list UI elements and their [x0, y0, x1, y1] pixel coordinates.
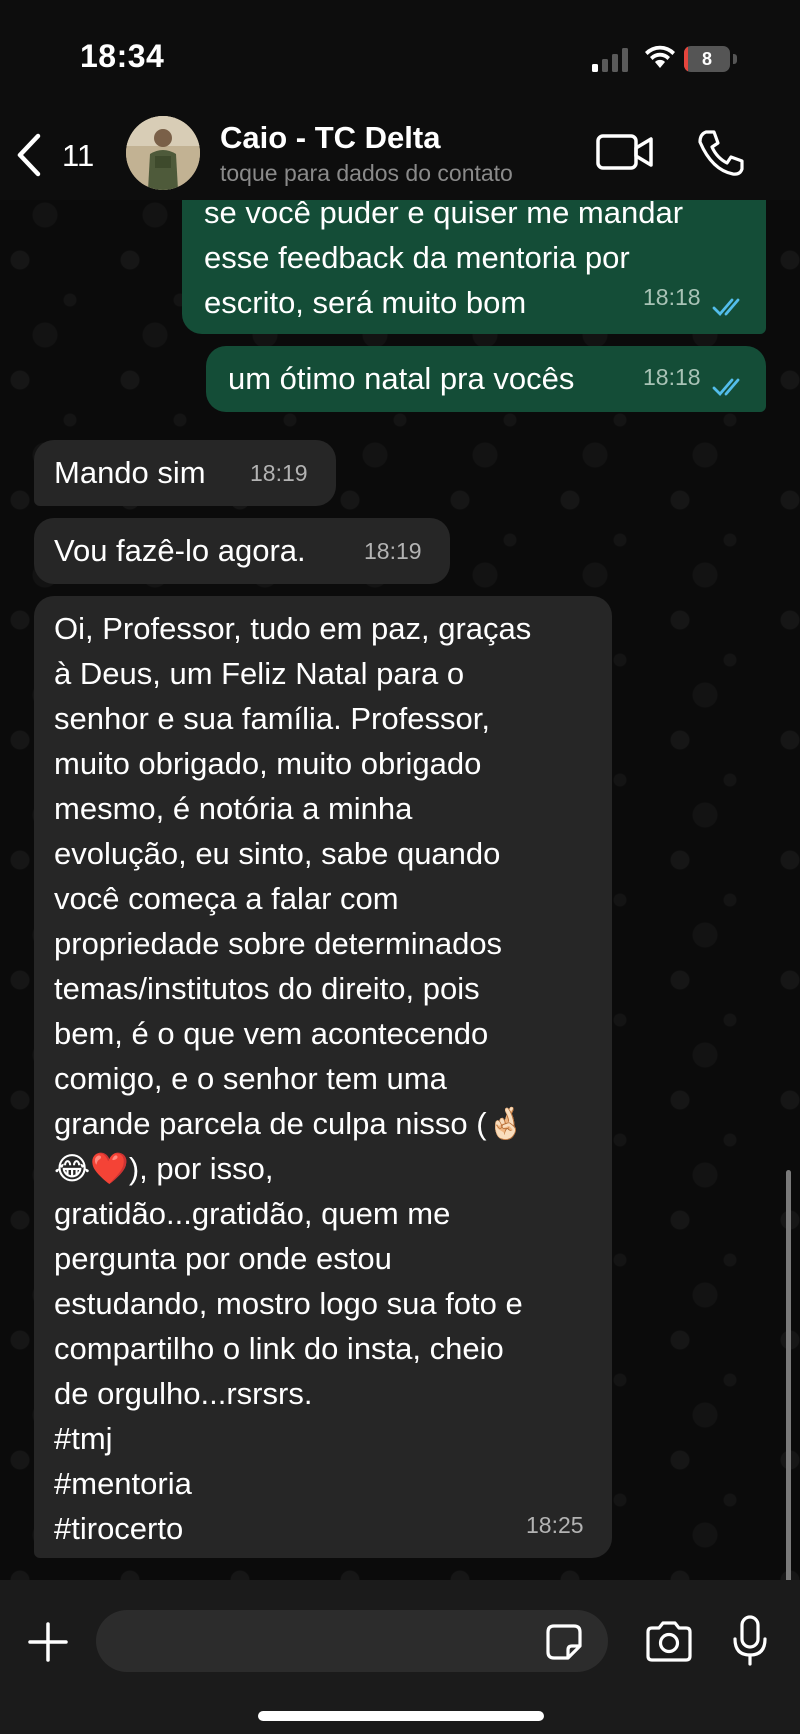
microphone-icon[interactable] — [730, 1614, 770, 1668]
phone-icon[interactable] — [696, 128, 746, 178]
status-time: 18:34 — [80, 38, 165, 74]
status-bar: 18:34 8 — [0, 0, 800, 110]
read-receipt-icon — [712, 378, 740, 397]
message-time: 18:19 — [364, 538, 422, 564]
composer-bar — [0, 1580, 800, 1734]
battery-icon: 8 — [684, 46, 730, 72]
cellular-signal-icon — [592, 48, 628, 72]
contact-subtitle[interactable]: toque para dados do contato — [220, 160, 513, 187]
message-bubble-incoming[interactable]: Vou fazê-lo agora. 18:19 — [34, 518, 450, 584]
message-bubble-outgoing[interactable]: se você puder e quiser me mandar esse fe… — [182, 200, 766, 334]
video-call-icon[interactable] — [596, 130, 654, 174]
message-time: 18:25 — [526, 1512, 584, 1538]
contact-avatar[interactable] — [126, 116, 200, 190]
message-list[interactable]: se você puder e quiser me mandar esse fe… — [0, 200, 800, 1580]
chat-header: 11 Caio - TC Delta toque para dados do c… — [0, 110, 800, 200]
unread-count: 11 — [62, 138, 95, 173]
home-indicator[interactable] — [258, 1711, 544, 1721]
back-chevron-icon — [17, 133, 41, 177]
back-button[interactable]: 11 — [14, 128, 104, 182]
avatar-photo — [126, 116, 200, 190]
message-bubble-incoming[interactable]: Oi, Professor, tudo em paz, graças à Deu… — [34, 596, 612, 1558]
message-bubble-outgoing[interactable]: um ótimo natal pra vocês 18:18 — [206, 346, 766, 412]
plus-icon[interactable] — [26, 1620, 70, 1664]
read-receipt-icon — [712, 298, 740, 317]
message-time: 18:19 — [250, 460, 308, 486]
scroll-indicator[interactable] — [786, 1170, 791, 1580]
message-input[interactable] — [96, 1610, 608, 1672]
camera-icon[interactable] — [644, 1620, 694, 1662]
sticker-icon[interactable] — [544, 1622, 584, 1662]
battery-level: 8 — [701, 49, 712, 69]
wifi-icon — [645, 45, 675, 68]
message-time: 18:18 — [643, 364, 701, 390]
message-text: Oi, Professor, tudo em paz, graças à Deu… — [54, 611, 532, 1546]
contact-name[interactable]: Caio - TC Delta — [220, 120, 440, 156]
message-time: 18:18 — [643, 284, 701, 310]
message-bubble-incoming[interactable]: Mando sim 18:19 — [34, 440, 336, 506]
battery-tip — [733, 54, 737, 64]
